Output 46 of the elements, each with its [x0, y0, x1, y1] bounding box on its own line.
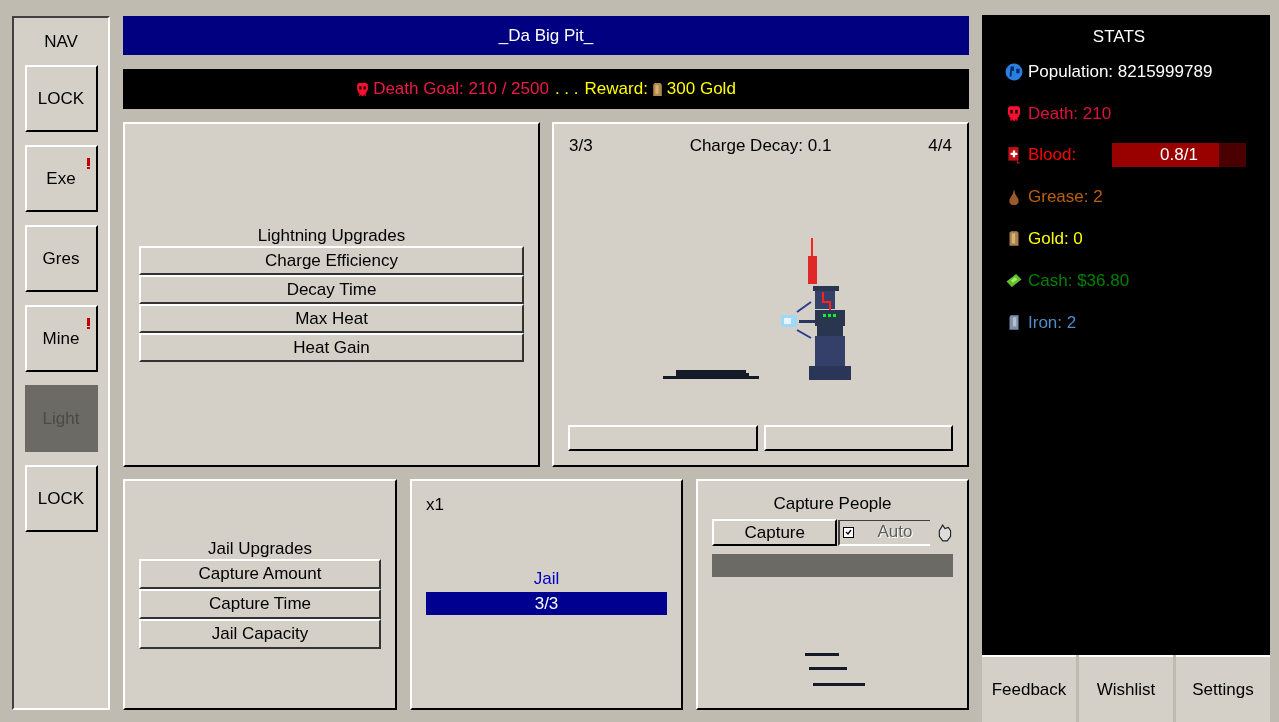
stacked-lines-drawing: [804, 653, 865, 687]
auto-checkbox[interactable]: [843, 526, 855, 538]
nav-button[interactable]: LOCK: [24, 65, 98, 132]
charge-decay-text: Charge Decay: 0.1: [689, 136, 832, 156]
count-text: 3/3: [569, 136, 593, 156]
capture-button[interactable]: Capture: [712, 519, 838, 546]
stat-text: Iron: 2: [1028, 312, 1077, 333]
jail-label: Jail: [532, 569, 561, 589]
multiplier-text: x1: [426, 495, 445, 516]
nav-button[interactable]: Mine: [24, 305, 98, 372]
stat-text: Death: 210: [1028, 103, 1112, 124]
upgrade-button[interactable]: Charge Efficiency: [139, 246, 524, 275]
upgrade-button[interactable]: Heat Gain: [139, 333, 524, 362]
skull-icon: [356, 81, 370, 97]
panel-title: Jail Upgrades: [208, 539, 312, 559]
area-title: _Da Big Pit_: [123, 16, 969, 55]
blood-reading: 0.8/1: [1159, 143, 1199, 166]
nav-button[interactable]: Exe: [24, 145, 98, 212]
upgrade-button[interactable]: Max Heat: [139, 304, 524, 333]
globe-icon: [1003, 62, 1025, 81]
upgrade-button[interactable]: Capture Amount: [139, 559, 381, 589]
nav-button[interactable]: LOCK: [24, 465, 98, 532]
ingot-icon: [651, 81, 663, 97]
stats-title: STATS: [1091, 27, 1147, 48]
panel-title: Lightning Upgrades: [257, 226, 406, 246]
upgrade-button[interactable]: Capture Time: [139, 589, 381, 619]
panel-title: Capture People: [773, 494, 892, 514]
nav-button[interactable]: Gres: [24, 225, 98, 292]
separator-dots: . . .: [554, 79, 579, 99]
reward-amount: 300 Gold: [666, 79, 736, 99]
nav-title: NAV: [44, 32, 78, 52]
reward-label: Reward:: [584, 79, 648, 99]
footer-button[interactable]: Feedback: [982, 655, 1076, 722]
upgrade-button[interactable]: Decay Time: [139, 275, 524, 304]
stat-text: Grease: 2: [1028, 187, 1103, 208]
footer-button[interactable]: Wishlist: [1079, 655, 1173, 722]
count-text: 4/4: [928, 136, 952, 156]
stat-text: Cash: $36.80: [1028, 270, 1130, 291]
stat-text: Gold: 0: [1028, 229, 1083, 250]
footer-button[interactable]: Settings: [1176, 655, 1270, 722]
auto-toggle[interactable]: Auto: [838, 519, 931, 546]
upgrade-button[interactable]: Jail Capacity: [139, 619, 381, 649]
stat-text: Blood:: [1028, 145, 1077, 166]
jail-reading: 3/3: [533, 592, 560, 615]
stat-text: Population: 8215999789: [1028, 61, 1213, 82]
death-goal-text: Death Goal: 210 / 2500: [373, 79, 549, 99]
